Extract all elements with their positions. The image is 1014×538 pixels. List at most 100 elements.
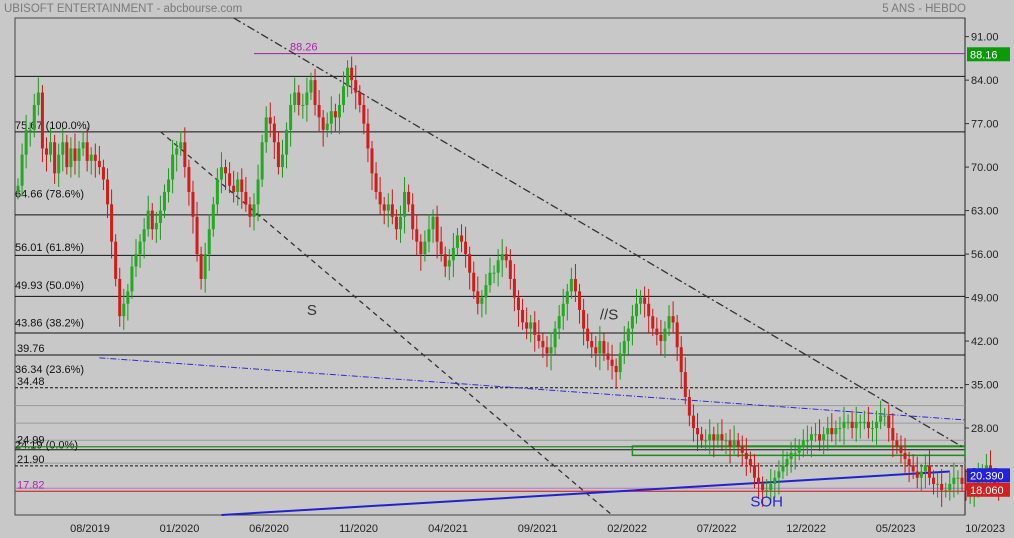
x-tick-label: 07/2022 xyxy=(697,523,737,535)
candle-body xyxy=(407,191,411,205)
candle-body xyxy=(590,341,594,348)
candle-body xyxy=(110,204,114,242)
candle-body xyxy=(280,154,284,168)
candle-body xyxy=(162,191,166,211)
candle-body xyxy=(622,341,626,354)
candle-body xyxy=(736,440,740,447)
candle-body xyxy=(944,490,948,492)
candle-body xyxy=(342,86,346,105)
level-value-label: 88.26 xyxy=(290,42,318,54)
candle-body xyxy=(651,316,655,329)
candle-body xyxy=(244,191,248,205)
candle-body xyxy=(114,241,118,279)
candle-body xyxy=(350,67,354,81)
candle-body xyxy=(435,216,439,242)
candle-body xyxy=(97,160,101,168)
candle-body xyxy=(32,104,36,130)
candle-body xyxy=(464,241,468,255)
candle-body xyxy=(183,142,187,168)
candle-body xyxy=(671,316,675,323)
candle-body xyxy=(106,179,110,205)
candle-body xyxy=(516,297,520,310)
candle-body xyxy=(789,452,793,460)
candle-body xyxy=(268,117,272,124)
candle-body xyxy=(158,210,162,224)
candle-body xyxy=(49,142,53,155)
candle-body xyxy=(720,434,724,441)
candle-body xyxy=(28,129,32,131)
x-tick-label: 02/2022 xyxy=(607,523,647,535)
candle-body xyxy=(130,266,134,292)
candle-body xyxy=(765,490,769,492)
candle-body xyxy=(793,452,797,454)
price-badge-label: 20.390 xyxy=(970,470,1004,482)
candle-body xyxy=(69,148,73,168)
candle-body xyxy=(887,415,891,429)
candle-body xyxy=(691,415,695,429)
candle-body xyxy=(118,278,122,317)
candle-body xyxy=(398,216,402,230)
candle-body xyxy=(325,123,329,130)
candle-body xyxy=(138,241,142,255)
candle-body xyxy=(423,241,427,255)
candle-body xyxy=(578,291,582,310)
candle-body xyxy=(24,129,28,155)
candle-body xyxy=(732,440,736,447)
candle-body xyxy=(496,260,500,273)
chart-container: UBISOFT ENTERTAINMENT - abcbourse.com 5 … xyxy=(0,0,1014,538)
candle-body xyxy=(53,142,57,174)
candle-body xyxy=(386,204,390,211)
candle-body xyxy=(289,104,293,130)
candle-body xyxy=(122,303,126,317)
candle-body xyxy=(57,154,61,174)
candle-body xyxy=(317,104,321,118)
candle-body xyxy=(834,428,838,435)
candle-body xyxy=(276,142,280,168)
fib-label: 64.66 (78.6%) xyxy=(15,188,84,200)
candle-body xyxy=(675,322,679,348)
candle-body xyxy=(382,204,386,211)
candle-body xyxy=(618,353,622,373)
candle-body xyxy=(476,291,480,304)
candle-body xyxy=(451,247,455,261)
candle-body xyxy=(748,459,752,466)
candle-body xyxy=(586,328,590,342)
candle-body xyxy=(744,452,748,460)
candle-body xyxy=(195,216,199,255)
fib-label: 36.34 (23.6%) xyxy=(15,364,84,376)
candle-body xyxy=(77,148,81,161)
level-value-label: 24.99 xyxy=(17,435,45,447)
candle-body xyxy=(313,80,317,105)
candle-body xyxy=(545,347,549,354)
candle-body xyxy=(521,309,525,323)
candle-body xyxy=(667,316,671,329)
annotation: S xyxy=(307,302,317,319)
candle-body xyxy=(712,434,716,441)
candle-body xyxy=(785,459,789,466)
candle-body xyxy=(932,477,936,484)
candle-body xyxy=(903,452,907,460)
candle-body xyxy=(838,428,842,430)
candle-body xyxy=(293,92,297,105)
candle-body xyxy=(228,173,232,186)
candle-body xyxy=(329,111,333,124)
candle-body xyxy=(594,347,598,354)
candle-body xyxy=(842,421,846,429)
candle-body xyxy=(883,415,887,417)
candle-body xyxy=(773,477,777,484)
candle-body xyxy=(240,179,244,192)
candle-body xyxy=(203,254,207,279)
candle-body xyxy=(769,483,773,491)
candle-body xyxy=(285,129,289,155)
candle-body xyxy=(818,434,822,441)
candle-body xyxy=(358,92,362,105)
candle-body xyxy=(346,67,350,87)
candle-body xyxy=(870,428,874,430)
candle-body xyxy=(952,477,956,484)
candle-body xyxy=(134,254,138,267)
candle-body xyxy=(154,223,158,230)
candle-body xyxy=(582,309,586,329)
level-value-label: 21.90 xyxy=(17,454,45,466)
candle-body xyxy=(211,204,215,230)
candle-body xyxy=(822,434,826,441)
